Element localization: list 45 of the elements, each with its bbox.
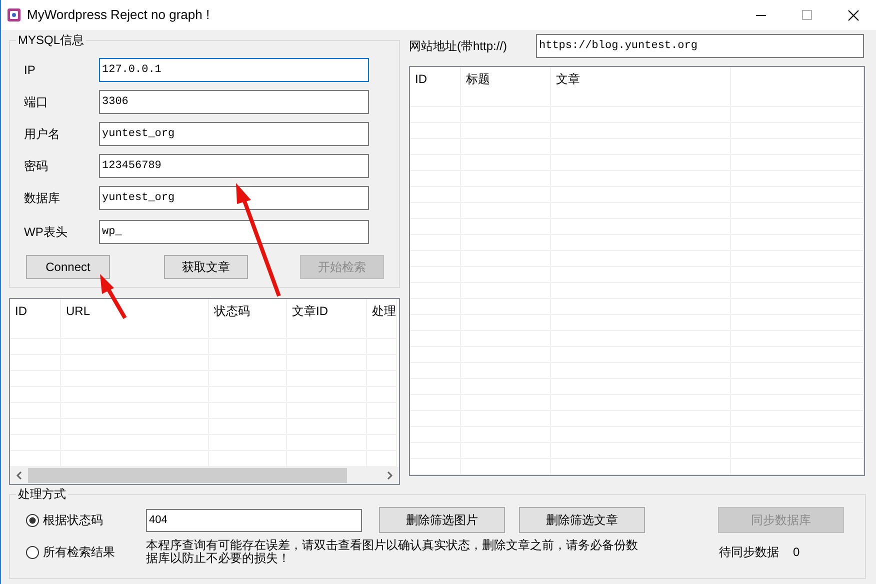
radio-selected-icon[interactable]: [26, 514, 39, 526]
close-icon[interactable]: [848, 10, 859, 20]
field-label: 密码: [23, 158, 49, 175]
input-field[interactable]: 123456789: [99, 154, 369, 178]
button[interactable]: 删除筛选图片: [379, 507, 505, 533]
radio-icon[interactable]: [26, 546, 39, 558]
column-header[interactable]: 标题: [461, 67, 550, 91]
column-header[interactable]: 处理: [367, 299, 396, 323]
input-field[interactable]: 127.0.0.1: [99, 58, 369, 82]
horizontal-scrollbar[interactable]: [10, 467, 399, 484]
field-label: 用户名: [23, 126, 61, 143]
field-label: IP: [23, 62, 36, 79]
scrollbar-thumb[interactable]: [28, 468, 347, 483]
window-title: MyWordpress Reject no graph !: [27, 6, 210, 24]
column-header[interactable]: 文章: [551, 67, 730, 91]
minimize-icon[interactable]: [756, 14, 766, 16]
button[interactable]: 获取文章: [164, 255, 248, 279]
radio-option[interactable]: 所有检索结果: [26, 543, 146, 561]
group-title: MYSQL信息: [16, 33, 86, 47]
input-field[interactable]: 3306: [99, 90, 369, 114]
field-label: 端口: [23, 94, 49, 111]
button[interactable]: Connect: [26, 255, 110, 279]
group-title: 处理方式: [16, 487, 68, 501]
column-header[interactable]: 文章ID: [287, 299, 366, 323]
scroll-right-icon[interactable]: [387, 471, 393, 480]
arrow-annotation: [100, 274, 127, 319]
button[interactable]: 删除筛选文章: [519, 507, 645, 533]
column-header[interactable]: ID: [10, 299, 60, 323]
pending-count: 0: [793, 544, 800, 561]
field-label: 网站地址(带http://): [408, 38, 508, 55]
radio-option[interactable]: 根据状态码: [26, 511, 146, 529]
input-field[interactable]: yuntest_org: [99, 186, 369, 210]
column-header[interactable]: 状态码: [209, 299, 286, 323]
column-header[interactable]: ID: [410, 67, 460, 91]
input-field[interactable]: wp_: [99, 220, 369, 244]
field-label: 数据库: [23, 190, 61, 207]
status-code-field[interactable]: 404: [146, 508, 362, 532]
scroll-left-icon[interactable]: [16, 471, 22, 480]
field-label: WP表头: [23, 224, 68, 241]
column-header[interactable]: URL: [61, 299, 208, 323]
input-field[interactable]: yuntest_org: [99, 122, 369, 146]
warning-note: 本程序查询有可能存在误差，请双击查看图片以确认真实状态，删除文章之前，请务必备份数据库以防止不必要的损失！: [146, 539, 639, 565]
app-icon: [7, 8, 21, 22]
url-field[interactable]: https://blog.yuntest.org: [536, 34, 864, 58]
pending-label: 待同步数据: [719, 544, 779, 561]
